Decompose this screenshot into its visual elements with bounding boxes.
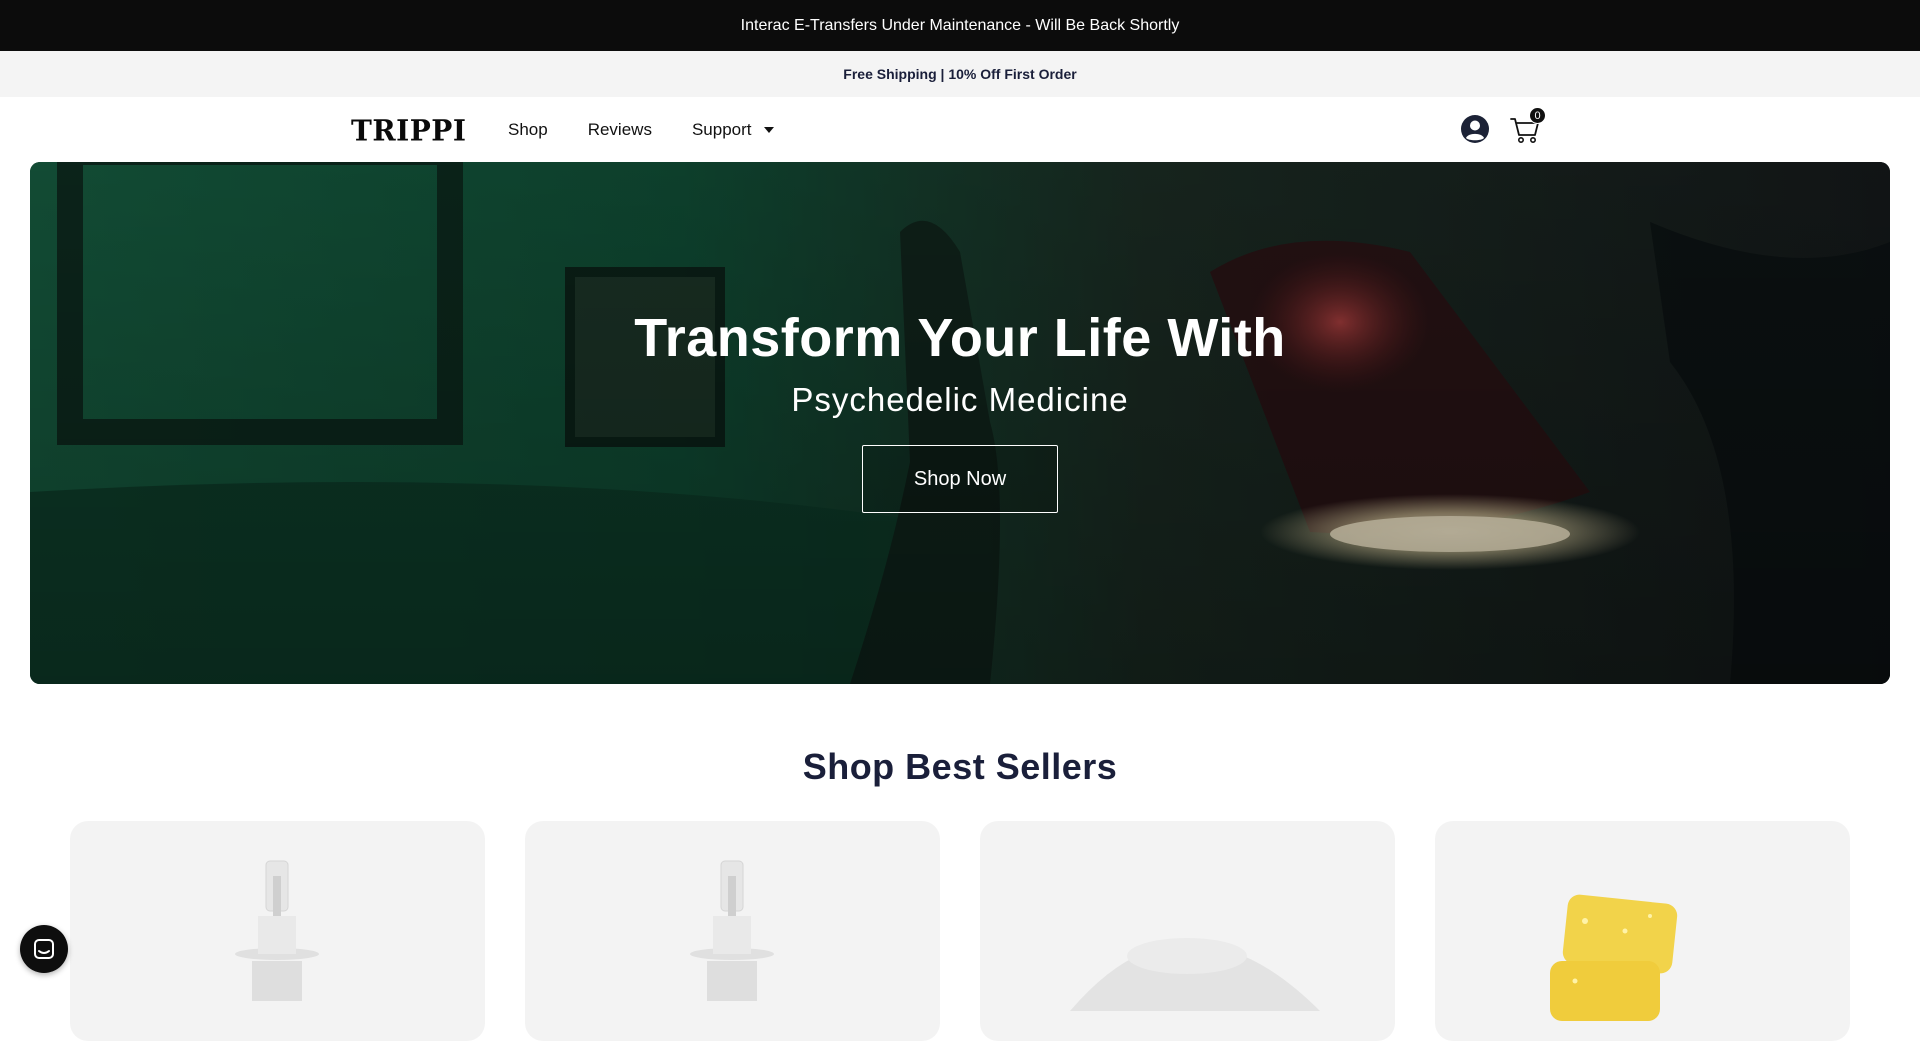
main-nav: Shop Reviews Support [508,97,774,162]
yellow-gummies-image [1550,894,1678,1021]
cart-button[interactable]: 0 [1510,107,1546,145]
site-header: TRIPPI Shop Reviews Support 0 [0,97,1920,162]
caret-down-icon [763,126,774,133]
nav-support[interactable]: Support [692,120,774,140]
nav-shop-label: Shop [508,119,548,139]
nav-reviews-label: Reviews [587,119,652,139]
promo-bar: Free Shipping | 10% Off First Order [0,51,1920,97]
white-powder-image [1070,938,1320,1011]
logo[interactable]: TRIPPI [351,113,466,148]
hero-banner: Transform Your Life With Psychedelic Med… [30,162,1890,684]
announcement-text: Interac E-Transfers Under Maintenance - … [740,16,1180,34]
shop-now-button[interactable]: Shop Now [862,445,1058,513]
best-sellers-heading: Shop Best Sellers [802,746,1118,787]
nasal-spray-bottle-image [235,860,319,1001]
product-card[interactable] [70,821,485,1041]
hero-subtitle: Psychedelic Medicine [791,381,1129,418]
nasal-spray-bottle-image [690,860,774,1001]
hero-title: Transform Your Life With [634,308,1286,368]
hero-content: Transform Your Life With Psychedelic Med… [30,162,1890,684]
header-actions: 0 [1460,107,1546,149]
nav-support-label: Support [691,119,752,139]
announcement-bar: Interac E-Transfers Under Maintenance - … [0,0,1920,51]
product-card[interactable] [1435,821,1850,1041]
nav-shop[interactable]: Shop [508,120,548,140]
product-card[interactable] [525,821,940,1041]
product-card[interactable] [980,821,1395,1041]
product-grid [70,821,1850,1041]
nav-reviews[interactable]: Reviews [588,120,652,140]
cart-count-badge: 0 [1529,107,1546,124]
promo-text: Free Shipping | 10% Off First Order [843,66,1077,82]
account-circle-icon[interactable] [1460,114,1490,144]
chat-launcher-button[interactable] [20,925,68,973]
chat-launcher-icon [34,939,54,959]
